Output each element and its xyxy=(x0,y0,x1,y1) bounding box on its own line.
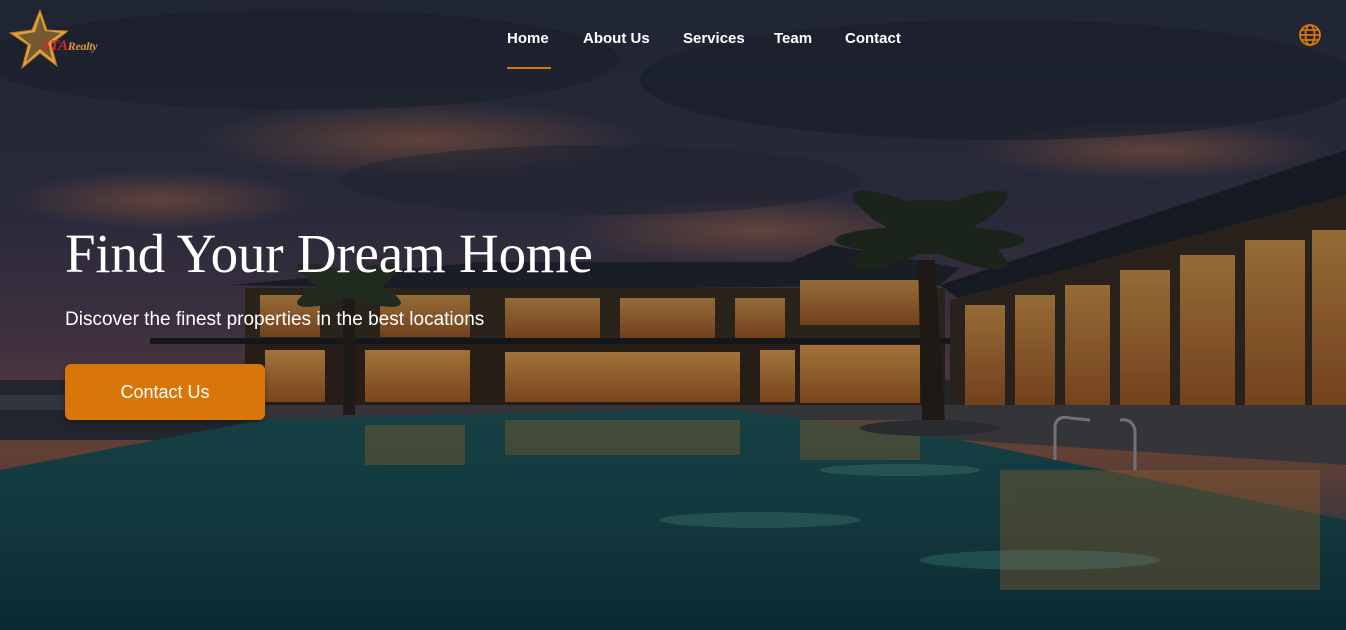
top-navbar: STARealty Home About Us Services Team Co… xyxy=(0,0,1346,80)
hero-title: Find Your Dream Home xyxy=(65,223,593,284)
brand-logo-primary: STA xyxy=(42,38,68,54)
primary-nav: Home About Us Services Team Contact xyxy=(507,30,903,70)
hero-section: STARealty Home About Us Services Team Co… xyxy=(0,0,1346,630)
contact-us-button[interactable]: Contact Us xyxy=(65,364,265,420)
globe-icon[interactable] xyxy=(1298,23,1322,47)
nav-services[interactable]: Services xyxy=(683,30,745,70)
hero-content: Find Your Dream Home Discover the finest… xyxy=(65,222,765,420)
brand-logo-secondary: Realty xyxy=(67,39,98,53)
nav-team[interactable]: Team xyxy=(774,30,813,70)
brand-logo-text: STARealty xyxy=(42,38,98,55)
nav-about-us[interactable]: About Us xyxy=(583,30,651,70)
brand-logo[interactable]: STARealty xyxy=(8,8,112,72)
hero-subtitle: Discover the finest properties in the be… xyxy=(65,309,485,330)
nav-home[interactable]: Home xyxy=(507,30,551,70)
nav-contact[interactable]: Contact xyxy=(845,30,903,70)
